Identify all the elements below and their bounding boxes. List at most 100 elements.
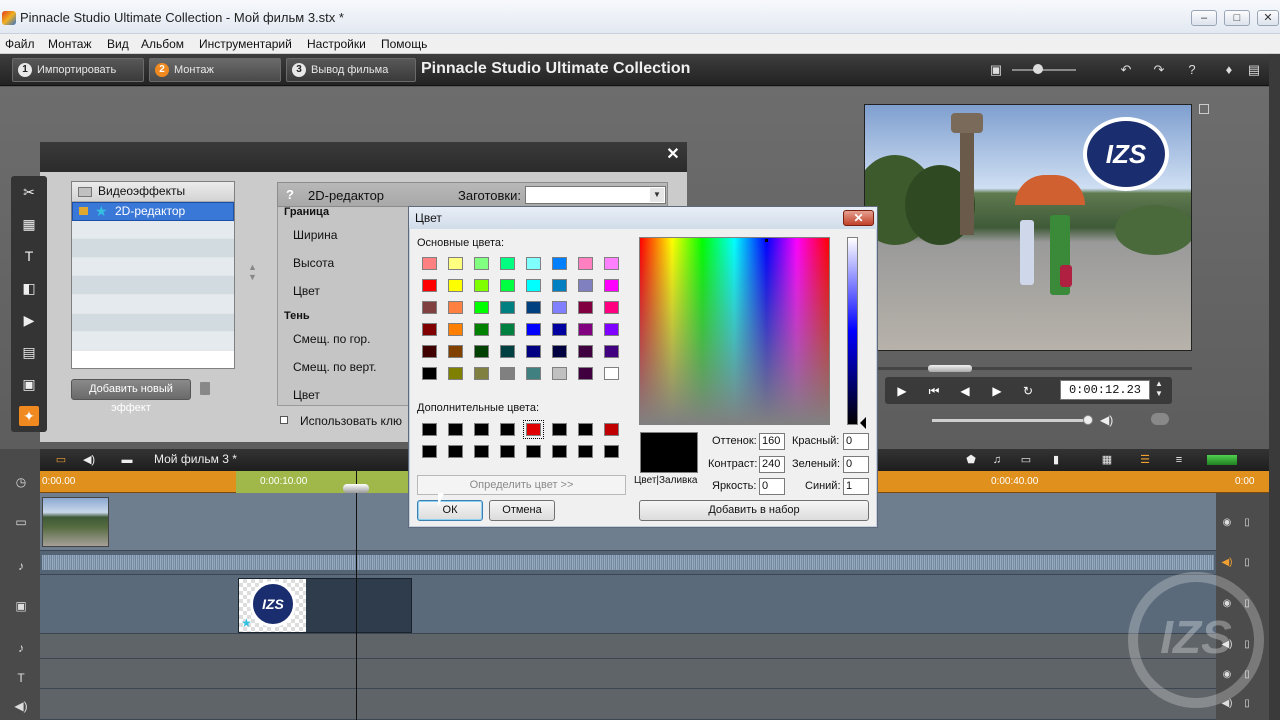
hue-field[interactable]: 160 xyxy=(759,433,785,450)
menu-help[interactable]: Помощь xyxy=(381,37,427,51)
disc-icon[interactable]: ▤ xyxy=(19,342,39,362)
basic-color-swatch[interactable] xyxy=(474,367,489,380)
list-item[interactable]: ★ 2D-редактор xyxy=(72,202,234,221)
add-to-custom-colors-button[interactable]: Добавить в набор xyxy=(639,500,869,521)
custom-color-swatch[interactable] xyxy=(474,445,489,458)
video-preview[interactable]: IZS xyxy=(864,104,1192,351)
grid-view-icon[interactable]: ▦ xyxy=(1100,453,1114,467)
basic-color-swatch[interactable] xyxy=(422,323,437,336)
lock-icon[interactable]: ▯ xyxy=(1241,698,1253,710)
green-field[interactable]: 0 xyxy=(843,456,869,473)
basic-color-swatch[interactable] xyxy=(500,279,515,292)
speaker-icon[interactable]: ◀) xyxy=(1221,557,1233,569)
basic-color-swatch[interactable] xyxy=(526,323,541,336)
custom-color-swatch[interactable] xyxy=(552,445,567,458)
basic-color-swatch[interactable] xyxy=(552,345,567,358)
custom-color-swatch[interactable] xyxy=(448,423,463,436)
basic-color-swatch[interactable] xyxy=(448,301,463,314)
menu-album[interactable]: Альбом xyxy=(141,37,184,51)
audio-pen-icon[interactable]: ♪ xyxy=(14,641,28,655)
list-item[interactable] xyxy=(72,313,234,333)
eye-icon[interactable]: ◉ xyxy=(1221,517,1233,529)
overlay-icon[interactable]: ◧ xyxy=(19,278,39,298)
lightbulb-icon[interactable]: ♦ xyxy=(1221,62,1237,78)
basic-color-swatch[interactable] xyxy=(448,323,463,336)
custom-color-swatch[interactable] xyxy=(422,445,437,458)
basic-color-swatch[interactable] xyxy=(474,257,489,270)
overlay-audio-track[interactable] xyxy=(40,634,1216,659)
step-back-icon[interactable]: ◀ xyxy=(956,382,974,400)
list-view-icon[interactable]: ≡ xyxy=(1172,453,1186,467)
basic-color-swatch[interactable] xyxy=(578,301,593,314)
basic-color-swatch[interactable] xyxy=(526,345,541,358)
basic-color-swatch[interactable] xyxy=(422,367,437,380)
help-icon[interactable]: ? xyxy=(286,187,298,202)
custom-color-swatch[interactable] xyxy=(500,423,515,436)
brightness-field[interactable]: 0 xyxy=(759,478,785,495)
storyboard-icon[interactable]: ☰ xyxy=(1138,453,1152,467)
image-icon[interactable]: ▦ xyxy=(19,214,39,234)
audio-track-icon[interactable]: ♪ xyxy=(14,559,28,573)
basic-color-swatch[interactable] xyxy=(448,345,463,358)
tab-output[interactable]: 3 Вывод фильма xyxy=(286,58,416,82)
play-icon[interactable]: ▶ xyxy=(893,382,911,400)
list-item[interactable] xyxy=(72,332,234,351)
close-icon[interactable]: ✕ xyxy=(843,210,874,226)
timeline-view-icon[interactable]: ▭ xyxy=(54,453,68,467)
presets-dropdown[interactable]: ▼ xyxy=(525,186,666,204)
camera-icon[interactable]: ▶ xyxy=(19,310,39,330)
speaker-icon[interactable]: ◀) xyxy=(1100,413,1113,427)
luminance-arrow-icon[interactable] xyxy=(860,417,866,429)
loop-icon[interactable]: ↻ xyxy=(1019,382,1037,400)
basic-color-swatch[interactable] xyxy=(526,257,541,270)
marker-icon[interactable]: ⬟ xyxy=(964,453,978,467)
playhead[interactable] xyxy=(356,471,357,720)
close-window-button[interactable]: ✕ xyxy=(1257,10,1279,26)
basic-color-swatch[interactable] xyxy=(448,279,463,292)
basic-color-swatch[interactable] xyxy=(578,323,593,336)
custom-color-swatch[interactable] xyxy=(523,420,544,439)
effects-list-header[interactable]: Видеоэффекты xyxy=(72,182,234,202)
lock-icon[interactable]: ▯ xyxy=(1241,517,1253,529)
screen-icon[interactable]: ▭ xyxy=(1019,453,1033,467)
basic-color-swatch[interactable] xyxy=(526,367,541,380)
scissors-icon[interactable]: ✂ xyxy=(19,182,39,202)
basic-color-swatch[interactable] xyxy=(500,257,515,270)
custom-color-swatch[interactable] xyxy=(578,445,593,458)
basic-color-swatch[interactable] xyxy=(578,345,593,358)
custom-color-swatch[interactable] xyxy=(448,445,463,458)
volume-knob[interactable] xyxy=(1083,415,1093,425)
basic-color-swatch[interactable] xyxy=(422,345,437,358)
basic-color-swatch[interactable] xyxy=(526,279,541,292)
volume-icon[interactable]: ◀) xyxy=(82,453,96,467)
sound-icon[interactable]: ◀) xyxy=(14,699,28,713)
custom-color-swatch[interactable] xyxy=(526,445,541,458)
basic-color-swatch[interactable] xyxy=(604,301,619,314)
basic-color-swatch[interactable] xyxy=(474,279,489,292)
folder-icon[interactable]: ▬ xyxy=(120,453,134,467)
maximize-button[interactable]: □ xyxy=(1224,10,1250,26)
scrubber-knob[interactable] xyxy=(928,365,972,372)
audio-toggle-icon[interactable] xyxy=(1151,413,1169,425)
undo-icon[interactable]: ↶ xyxy=(1118,62,1134,78)
help-icon[interactable]: ? xyxy=(1184,62,1200,78)
basic-color-swatch[interactable] xyxy=(422,301,437,314)
timecode-field[interactable]: 0:00:12.23 xyxy=(1060,380,1150,400)
basic-color-swatch[interactable] xyxy=(578,367,593,380)
custom-color-swatch[interactable] xyxy=(422,423,437,436)
basic-color-swatch[interactable] xyxy=(474,323,489,336)
close-icon[interactable]: ✕ xyxy=(665,147,681,163)
lock-icon[interactable]: ▯ xyxy=(1241,557,1253,569)
frame-icon[interactable]: ▣ xyxy=(19,374,39,394)
reorder-arrows-icon[interactable]: ▲ ▼ xyxy=(248,262,257,282)
title-clip[interactable]: IZS ★ xyxy=(238,578,412,633)
layout-icon[interactable]: ▣ xyxy=(988,62,1004,78)
blue-field[interactable]: 1 xyxy=(843,478,869,495)
custom-color-swatch[interactable] xyxy=(552,423,567,436)
custom-color-swatch[interactable] xyxy=(604,423,619,436)
luminance-bar[interactable] xyxy=(847,237,858,425)
trash-icon[interactable] xyxy=(200,382,210,395)
go-to-start-icon[interactable]: ⏮ xyxy=(925,382,943,400)
clock-icon[interactable]: ◷ xyxy=(14,475,28,489)
basic-color-swatch[interactable] xyxy=(448,367,463,380)
